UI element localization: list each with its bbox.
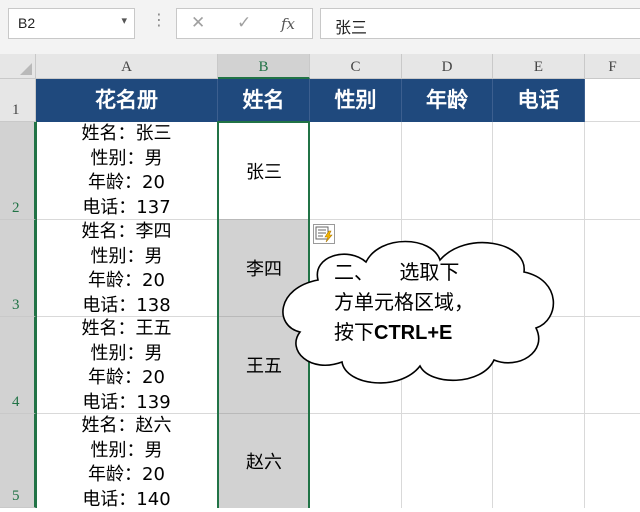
shortcut-key: CTRL+E xyxy=(374,322,452,344)
cell-d2[interactable] xyxy=(402,122,493,220)
cell-d5[interactable] xyxy=(402,414,493,508)
header-cell-e[interactable]: 电话 xyxy=(493,79,585,122)
insert-function-icon[interactable]: fx xyxy=(281,15,295,33)
column-header-f[interactable]: F xyxy=(585,54,640,79)
column-header-b[interactable]: B xyxy=(218,54,310,79)
formula-value: 张三 xyxy=(335,14,367,38)
roster-line: 电话：138 xyxy=(36,294,217,319)
confirm-icon[interactable]: ✓ xyxy=(237,13,251,33)
column-header-e[interactable]: E xyxy=(493,54,585,79)
roster-line: 性别：男 xyxy=(36,147,217,172)
callout-line-1: 二、 选取下 xyxy=(334,257,474,287)
column-header-a[interactable]: A xyxy=(36,54,218,79)
roster-line: 年龄：20 xyxy=(36,269,217,294)
roster-cell-a2[interactable]: 姓名：张三 性别：男 年龄：20 电话：137 xyxy=(36,122,218,220)
row-header-5[interactable]: 5 xyxy=(0,414,36,508)
chevron-down-icon[interactable]: ▾ xyxy=(121,14,127,27)
column-header-c[interactable]: C xyxy=(310,54,402,79)
roster-line: 电话：139 xyxy=(36,391,217,416)
name-box-value: B2 xyxy=(18,15,35,31)
header-cell-c[interactable]: 性别 xyxy=(310,79,402,122)
header-cell-d[interactable]: 年龄 xyxy=(402,79,493,122)
name-box[interactable]: B2 ▾ xyxy=(8,8,135,39)
callout-text: 二、 选取下 方单元格区域， 按下CTRL+E xyxy=(334,257,474,348)
drag-handle-icon[interactable]: ⋮ xyxy=(151,12,167,28)
select-all-button[interactable] xyxy=(0,54,36,79)
roster-line: 性别：男 xyxy=(36,439,217,464)
cell-f4[interactable] xyxy=(585,317,640,414)
roster-line: 姓名：王五 xyxy=(36,317,217,342)
cell-f5[interactable] xyxy=(585,414,640,508)
row-header-2[interactable]: 2 xyxy=(0,122,36,220)
row-header-1[interactable]: 1 xyxy=(0,79,36,122)
select-all-triangle-icon xyxy=(20,63,32,75)
roster-cell-a3[interactable]: 姓名：李四 性别：男 年龄：20 电话：138 xyxy=(36,220,218,317)
roster-line: 年龄：20 xyxy=(36,366,217,391)
roster-line: 姓名：张三 xyxy=(36,122,217,147)
roster-cell-a5[interactable]: 姓名：赵六 性别：男 年龄：20 电话：140 xyxy=(36,414,218,508)
cancel-icon[interactable]: ✕ xyxy=(191,13,205,33)
cell-f1[interactable] xyxy=(585,79,640,122)
header-cell-a[interactable]: 花名册 xyxy=(36,79,218,122)
header-cell-b[interactable]: 姓名 xyxy=(218,79,310,122)
roster-line: 性别：男 xyxy=(36,342,217,367)
cell-e5[interactable] xyxy=(493,414,585,508)
cell-c2[interactable] xyxy=(310,122,402,220)
formula-bar-area: B2 ▾ ⋮ ✕ ✓ fx 张三 xyxy=(0,0,640,54)
callout-line-3: 按下CTRL+E xyxy=(334,317,474,348)
roster-line: 姓名：李四 xyxy=(36,220,217,245)
roster-line: 姓名：赵六 xyxy=(36,414,217,439)
roster-line: 电话：140 xyxy=(36,488,217,512)
name-cell-b2[interactable]: 张三 xyxy=(218,122,310,220)
roster-line: 电话：137 xyxy=(36,196,217,221)
column-header-d[interactable]: D xyxy=(402,54,493,79)
roster-line: 年龄：20 xyxy=(36,171,217,196)
cell-f3[interactable] xyxy=(585,220,640,317)
callout-line-2: 方单元格区域， xyxy=(334,287,474,317)
formula-input[interactable]: 张三 xyxy=(320,8,640,39)
row-header-4[interactable]: 4 xyxy=(0,317,36,414)
roster-line: 性别：男 xyxy=(36,245,217,270)
roster-line: 年龄：20 xyxy=(36,463,217,488)
cell-f2[interactable] xyxy=(585,122,640,220)
row-header-3[interactable]: 3 xyxy=(0,220,36,317)
cell-e2[interactable] xyxy=(493,122,585,220)
name-cell-b5[interactable]: 赵六 xyxy=(218,414,310,508)
roster-cell-a4[interactable]: 姓名：王五 性别：男 年龄：20 电话：139 xyxy=(36,317,218,414)
cell-c5[interactable] xyxy=(310,414,402,508)
formula-buttons: ✕ ✓ fx xyxy=(176,8,313,39)
